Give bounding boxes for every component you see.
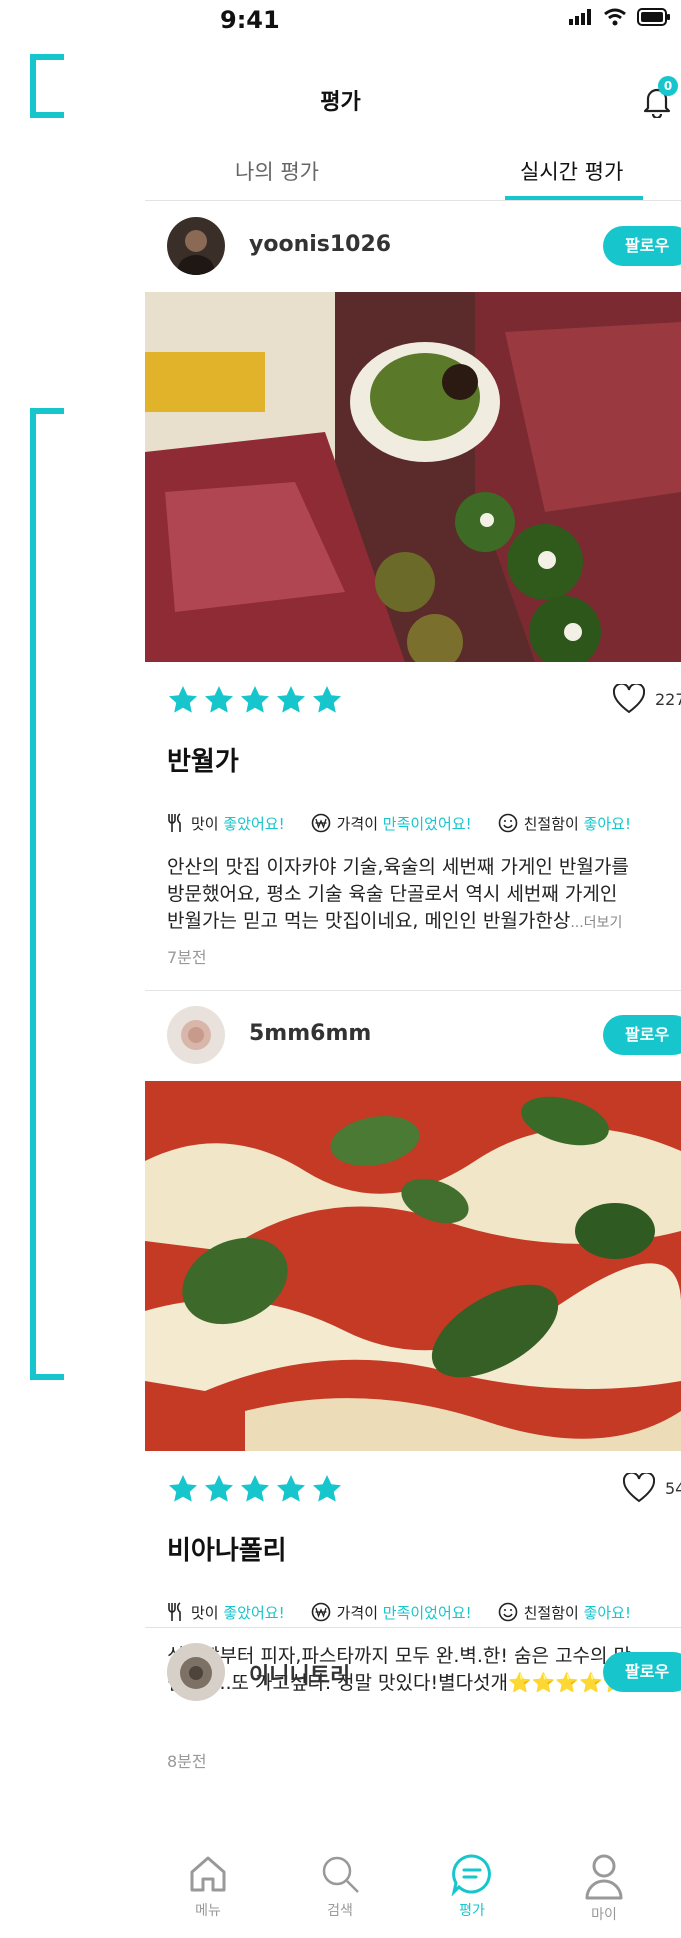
- heart-icon: [623, 1473, 655, 1503]
- like-button[interactable]: 54: [623, 1473, 681, 1503]
- nav-my[interactable]: 마이: [559, 1852, 649, 1924]
- decor-bracket-long: [30, 408, 64, 1380]
- page-title: 평가: [320, 90, 361, 115]
- username[interactable]: 5mm6mm: [249, 1021, 371, 1046]
- restaurant-name[interactable]: 비아나폴리: [145, 1531, 681, 1589]
- avatar[interactable]: [167, 1006, 225, 1064]
- like-count: 54: [665, 1478, 681, 1498]
- like-button[interactable]: 227: [613, 684, 681, 714]
- review-text: 안산의 맛집 이자카야 기술,육술의 세번째 가게인 반월가를 방문했어요, 평…: [167, 856, 629, 932]
- nav-review[interactable]: 평가: [427, 1852, 517, 1920]
- avatar[interactable]: [167, 1643, 225, 1701]
- star-icon: [205, 1475, 233, 1502]
- tag-kindness: 친절함이 좋아요!: [498, 1602, 631, 1623]
- review-post: 이니니토리 팔로우: [145, 1628, 681, 1748]
- utensils-icon: [168, 1602, 181, 1621]
- review-tags: 맛이 좋았어요! 가격이 만족이었어요! 친절함이 좋아요!: [145, 800, 681, 846]
- review-post: yoonis1026 팔로우 227 반월가 맛이 좋았어요! 가격이 만족이었…: [145, 202, 681, 991]
- star-icon: [241, 1475, 269, 1502]
- smile-icon: [498, 813, 517, 833]
- tab-my-reviews[interactable]: 나의 평가: [235, 156, 319, 186]
- search-icon: [322, 1856, 359, 1893]
- heart-icon: [613, 684, 645, 714]
- smile-icon: [498, 1602, 517, 1622]
- avatar[interactable]: [167, 217, 225, 275]
- star-icon: [169, 1475, 197, 1502]
- like-count: 227: [655, 689, 681, 709]
- status-time: 9:41: [220, 6, 280, 34]
- battery-icon: [637, 8, 670, 26]
- star-icon: [313, 686, 341, 713]
- tag-taste: 맛이 좋았어요!: [167, 1602, 285, 1623]
- won-icon: [311, 1602, 330, 1622]
- tab-live-reviews[interactable]: 실시간 평가: [520, 156, 623, 186]
- follow-button[interactable]: 팔로우: [603, 226, 681, 266]
- rating-row: 227: [145, 662, 681, 742]
- review-photo: [145, 1081, 681, 1451]
- tag-price: 가격이 만족이었어요!: [311, 1602, 472, 1623]
- star-icon: [205, 686, 233, 713]
- signal-icon: [569, 9, 591, 25]
- notification-badge: 0: [658, 76, 678, 96]
- follow-button[interactable]: 팔로우: [603, 1015, 681, 1055]
- nav-search[interactable]: 검색: [295, 1852, 385, 1920]
- star-icon: [169, 686, 197, 713]
- post-header: yoonis1026 팔로우: [145, 202, 681, 292]
- post-header: 5mm6mm 팔로우: [145, 991, 681, 1081]
- review-tabs: 나의 평가 실시간 평가: [145, 150, 681, 201]
- post-time: 7분전: [167, 948, 207, 967]
- tag-kindness: 친절함이 좋아요!: [498, 813, 631, 834]
- utensils-icon: [168, 813, 181, 832]
- tag-price: 가격이 만족이었어요!: [311, 813, 472, 834]
- star-icon: [241, 686, 269, 713]
- post-header: 이니니토리 팔로우: [145, 1628, 681, 1718]
- won-icon: [311, 813, 330, 833]
- user-icon: [585, 1854, 623, 1900]
- tag-taste: 맛이 좋았어요!: [167, 813, 285, 834]
- home-icon: [190, 1856, 226, 1892]
- restaurant-name[interactable]: 반월가: [145, 742, 681, 800]
- star-icon: [313, 1475, 341, 1502]
- wifi-icon: [604, 8, 626, 26]
- username[interactable]: 이니니토리: [249, 1658, 350, 1690]
- bottom-navigation: 메뉴 검색 평가 마이: [145, 1840, 681, 1938]
- review-post: 5mm6mm 팔로우 54 비아나폴리 맛이 좋았어요! 가격이 만족이었어요!…: [145, 991, 681, 1771]
- star-icon: [277, 686, 305, 713]
- chat-icon: [451, 1854, 491, 1896]
- status-icons: [569, 8, 671, 26]
- star-rating: [167, 684, 343, 716]
- follow-button[interactable]: 팔로우: [603, 1652, 681, 1692]
- rating-row: 54: [145, 1451, 681, 1531]
- review-feed: yoonis1026 팔로우 227 반월가 맛이 좋았어요! 가격이 만족이었…: [145, 202, 681, 1771]
- star-rating: [167, 1473, 343, 1505]
- review-photo: [145, 292, 681, 662]
- username[interactable]: yoonis1026: [249, 232, 391, 257]
- active-tab-indicator: [505, 196, 643, 200]
- more-link[interactable]: ...더보기: [570, 915, 622, 931]
- star-icon: [277, 1475, 305, 1502]
- nav-menu[interactable]: 메뉴: [163, 1852, 253, 1920]
